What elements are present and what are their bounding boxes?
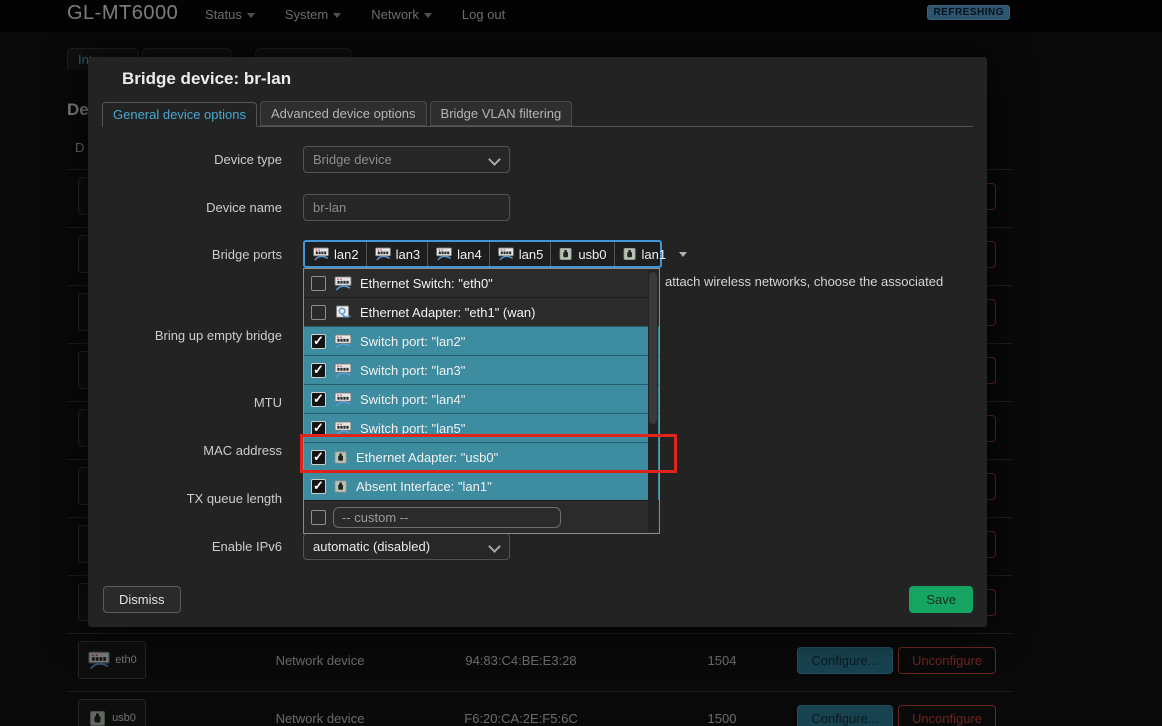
dismiss-button[interactable]: Dismiss xyxy=(103,586,181,613)
switch-port-icon xyxy=(333,421,353,436)
token-label: lan5 xyxy=(519,247,544,262)
tab-advanced-device-options[interactable]: Advanced device options xyxy=(260,101,427,126)
checkbox-unchecked[interactable] xyxy=(311,510,326,525)
token-label: lan1 xyxy=(642,247,667,262)
dropdown-option-custom[interactable] xyxy=(304,500,659,533)
bridge-ports-label: Bridge ports xyxy=(88,247,282,262)
dropdown-option-lan3[interactable]: Switch port: "lan3" xyxy=(304,355,659,384)
option-label: Absent Interface: "lan1" xyxy=(356,479,492,494)
token-lan4[interactable]: lan4 xyxy=(428,242,490,266)
dropdown-option-usb0[interactable]: Ethernet Adapter: "usb0" xyxy=(304,442,659,471)
switch-port-icon xyxy=(312,247,330,261)
modal-title: Bridge device: br-lan xyxy=(122,69,291,89)
token-label: usb0 xyxy=(578,247,606,262)
checkbox-checked[interactable] xyxy=(311,392,326,407)
dropdown-option-lan1[interactable]: Absent Interface: "lan1" xyxy=(304,471,659,500)
option-label: Switch port: "lan2" xyxy=(360,334,465,349)
checkbox-checked[interactable] xyxy=(311,479,326,494)
token-lan2[interactable]: lan2 xyxy=(305,242,367,266)
dropdown-option-lan4[interactable]: Switch port: "lan4" xyxy=(304,384,659,413)
dropdown-toggle[interactable] xyxy=(673,242,693,266)
switch-port-icon xyxy=(333,334,353,349)
empty-bridge-label: Bring up empty bridge xyxy=(88,328,282,343)
token-usb0[interactable]: usb0 xyxy=(551,242,614,266)
ethernet-adapter-icon xyxy=(333,305,353,320)
option-label: Ethernet Adapter: "eth1" (wan) xyxy=(360,305,535,320)
dropdown-option-lan5[interactable]: Switch port: "lan5" xyxy=(304,413,659,442)
enable-ipv6-label: Enable IPv6 xyxy=(88,539,282,554)
chevron-down-icon xyxy=(488,540,501,553)
checkbox-checked[interactable] xyxy=(311,363,326,378)
chevron-down-icon xyxy=(488,153,501,166)
port-icon xyxy=(622,247,638,261)
chevron-down-icon xyxy=(679,252,687,257)
checkbox-checked[interactable] xyxy=(311,421,326,436)
option-label: Switch port: "lan3" xyxy=(360,363,465,378)
switch-port-icon xyxy=(374,247,392,261)
enable-ipv6-select[interactable]: automatic (disabled) xyxy=(303,533,510,560)
token-label: lan3 xyxy=(396,247,421,262)
checkbox-checked[interactable] xyxy=(311,450,326,465)
ethernet-switch-icon xyxy=(333,276,353,291)
token-label: lan4 xyxy=(457,247,482,262)
port-icon xyxy=(333,479,349,494)
checkbox-unchecked[interactable] xyxy=(311,276,326,291)
tab-bridge-vlan-filtering[interactable]: Bridge VLAN filtering xyxy=(430,101,573,126)
tx-queue-length-label: TX queue length xyxy=(88,491,282,506)
device-type-value: Bridge device xyxy=(313,152,392,167)
checkbox-unchecked[interactable] xyxy=(311,305,326,320)
device-name-label: Device name xyxy=(88,200,282,215)
token-label: lan2 xyxy=(334,247,359,262)
bridge-ports-dropdown: Ethernet Switch: "eth0" Ethernet Adapter… xyxy=(303,268,660,534)
custom-value-input[interactable] xyxy=(333,507,561,528)
switch-port-icon xyxy=(435,247,453,261)
switch-port-icon xyxy=(497,247,515,261)
option-label: Ethernet Adapter: "usb0" xyxy=(356,450,498,465)
scrollbar-thumb[interactable] xyxy=(649,272,657,424)
dropdown-option-eth1-wan[interactable]: Ethernet Adapter: "eth1" (wan) xyxy=(304,297,659,326)
save-button[interactable]: Save xyxy=(909,586,973,613)
option-label: Ethernet Switch: "eth0" xyxy=(360,276,493,291)
mac-address-label: MAC address xyxy=(88,443,282,458)
token-lan3[interactable]: lan3 xyxy=(367,242,429,266)
device-name-input[interactable] xyxy=(303,194,510,221)
enable-ipv6-value: automatic (disabled) xyxy=(313,539,430,554)
device-type-select[interactable]: Bridge device xyxy=(303,146,510,173)
tab-general-device-options[interactable]: General device options xyxy=(102,102,257,127)
dropdown-scrollbar[interactable] xyxy=(648,270,658,532)
bridge-ports-hint: attach wireless networks, choose the ass… xyxy=(665,274,975,289)
token-lan1[interactable]: lan1 xyxy=(615,242,674,266)
port-icon xyxy=(558,247,574,261)
switch-port-icon xyxy=(333,363,353,378)
dropdown-option-lan2[interactable]: Switch port: "lan2" xyxy=(304,326,659,355)
checkbox-checked[interactable] xyxy=(311,334,326,349)
token-lan5[interactable]: lan5 xyxy=(490,242,552,266)
bridge-device-modal: Bridge device: br-lan General device opt… xyxy=(88,57,987,627)
bridge-ports-multiselect[interactable]: lan2 lan3 lan4 lan5 usb0 lan1 xyxy=(303,240,662,268)
device-type-label: Device type xyxy=(88,152,282,167)
switch-port-icon xyxy=(333,392,353,407)
port-icon xyxy=(333,450,349,465)
dropdown-option-eth0[interactable]: Ethernet Switch: "eth0" xyxy=(304,269,659,297)
option-label: Switch port: "lan4" xyxy=(360,392,465,407)
screen: GL-MT6000 Status System Network Log out … xyxy=(0,0,1162,726)
option-label: Switch port: "lan5" xyxy=(360,421,465,436)
mtu-label: MTU xyxy=(88,395,282,410)
modal-tabbar: General device options Advanced device o… xyxy=(102,101,973,127)
